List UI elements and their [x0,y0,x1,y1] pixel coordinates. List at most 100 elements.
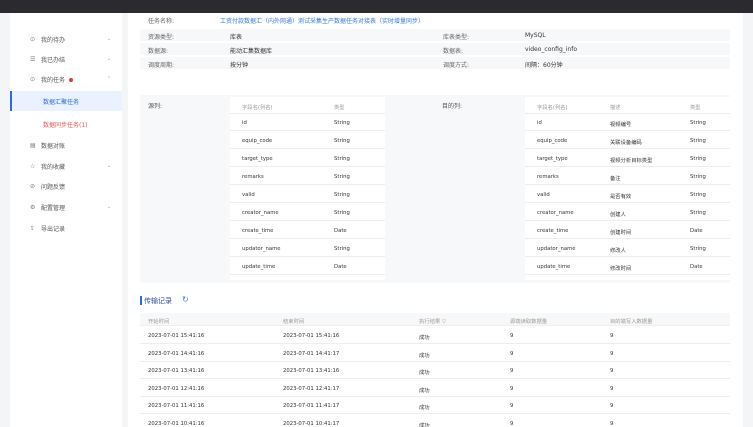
info-cell: 数据表: video_config_info [435,43,730,56]
table-cell: 2023-07-01 15:41:16 [148,333,205,339]
table-row[interactable]: 2023-07-01 12:41:16 2023-07-01 12:41:17 成功… [140,380,730,397]
table-cell: 9 [610,350,614,357]
table-row: create_time 创建时间 Date [525,222,730,239]
info-key: 数据源: [148,48,169,55]
table-cell: 修改人 [610,248,626,254]
table-row: target_type 视频分析目标类型 String [525,150,730,167]
task-name-link[interactable]: 工资付款数据汇（内外网通）测试采集生产数据任务对接表（实时增量同步） [220,16,424,25]
sidebar-item-label: 问题反馈 [41,183,66,191]
sidebar-item[interactable]: 数据汇聚任务 [10,91,122,111]
sidebar-item[interactable]: ☆ 我的收藏 ⌄ [10,156,122,176]
table-cell: valid [242,192,255,198]
table-cell: 成功 [419,335,430,341]
sidebar-item[interactable]: ⊘ 问题反馈 [10,176,122,196]
table-row[interactable]: 2023-07-01 10:41:16 2023-07-01 10:41:17 成功… [140,415,730,427]
main-panel: 任务名称: 工资付款数据汇（内外网通）测试采集生产数据任务对接表（实时增量同步）… [128,13,743,427]
table-row: creator_name 创建人 String [525,204,730,221]
sidebar-item[interactable]: ⇪ 导出记录 [10,218,122,238]
sidebar-item-label: 数据对账 [41,142,66,150]
table-cell: Date [334,264,347,270]
chevron-icon[interactable]: ⌄ [107,204,111,210]
source-columns-title: 源列: [148,103,163,110]
chevron-icon[interactable]: ⌄ [107,163,111,169]
table-header: 字段名(列名) 描述 类型 [525,97,730,114]
sidebar-item[interactable]: ⚙ 配置管理 ⌄ [10,197,122,217]
target-columns-title: 目的列: [442,103,463,110]
table-cell: 9 [510,385,514,392]
table-cell: 视频分析目标类型 [610,158,653,164]
table-cell: id [242,120,247,126]
table-row[interactable]: 2023-07-01 13:41:16 2023-07-01 13:41:16 成功… [140,362,730,379]
table-cell: 9 [510,350,514,357]
table-cell: update_time [242,264,276,270]
table-cell: 2023-07-01 13:41:16 [283,368,340,374]
info-key: 数据表: [443,48,464,55]
table-cell: equip_code [537,138,568,144]
info-value: MySQL [525,32,546,39]
table-row: equip_code 关联设备编码 String [525,132,730,149]
table-cell: 9 [610,420,614,427]
table-header: 字段名(列名) 类型 [230,97,385,114]
table-cell: 备注 [610,176,621,182]
table-cell: String [690,174,706,180]
table-cell: valid [537,192,550,198]
info-row: 数据源: 能动汇集数据库 数据表: video_config_info [140,43,730,56]
table-cell: String [690,246,706,252]
refresh-icon[interactable]: ↻ [182,295,189,304]
chevron-icon[interactable]: ⌃ [107,76,111,82]
table-cell: 2023-07-01 11:41:17 [283,403,340,409]
column-mapping: 源列: 目的列: 字段名(列名) 类型 id String equip_code Stri… [140,95,730,283]
column-header: 源端读取数据量 [510,319,548,325]
sidebar-item-icon: ⚙ [30,203,36,211]
table-cell: String [334,138,350,144]
sidebar-item-icon: ⊙ [30,35,36,43]
chevron-icon[interactable]: ⌄ [107,56,111,62]
table-row: remarks 备注 String [525,168,730,185]
chevron-icon[interactable]: ⌄ [107,36,111,42]
sidebar-item[interactable]: ▤ 数据对账 [10,135,122,155]
table-cell: equip_code [242,138,273,144]
info-key: 调度周期: [148,62,175,69]
column-header[interactable]: 执行结果 ▽ [419,317,446,325]
table-cell: String [334,174,350,180]
table-cell: String [690,192,706,198]
sidebar-item-label: 数据汇聚任务 [43,98,80,106]
table-row[interactable]: 2023-07-01 14:41:16 2023-07-01 14:41:17 成功… [140,345,730,362]
table-cell: 成功 [419,422,430,427]
table-row: creator_name String [230,204,385,221]
sidebar-item-icon: ▤ [30,141,36,149]
sidebar-item-label: 我的收藏 [41,163,66,171]
table-cell: 9 [610,385,614,392]
sidebar-item-label: 我的待办 [41,36,66,44]
info-value: 间隔：60分钟 [525,62,563,69]
sidebar-item-icon: ☰ [30,55,36,63]
sidebar-item[interactable]: ⊙ 我的待办 ⌄ [10,29,122,49]
table-cell: 9 [510,403,514,409]
table-cell: 成功 [419,370,430,376]
info-value: video_config_info [525,46,578,53]
table-cell: 成功 [419,387,430,394]
column-header: 描述 [610,105,621,111]
table-cell: String [690,138,706,144]
table-row: id String [230,114,385,131]
table-row[interactable]: 2023-07-01 11:41:16 2023-07-01 11:41:17 成功… [140,397,730,414]
sidebar-item-icon: ⊘ [30,182,36,190]
column-header: 结束时间 [283,319,305,325]
sidebar: ⊙ 我的待办 ⌄ ☰ 我已办结 ⌄ ⊙ 我的任务 ⌃ 数据汇聚任务 数据同步任务(1) ▤ 数据对账 ☆ 我… [10,13,122,427]
table-cell: String [690,156,706,162]
table-cell: create_time [537,228,569,234]
column-header: 类型 [690,105,701,111]
sidebar-item[interactable]: ⊙ 我的任务 ⌃ [10,69,122,89]
sidebar-item-icon: ☆ [30,162,36,170]
table-cell: String [334,246,350,252]
sidebar-item[interactable]: 数据同步任务(1) [10,114,122,134]
table-row: create_time Date [230,222,385,239]
table-cell: String [334,156,350,162]
table-row[interactable]: 2023-07-01 15:41:16 2023-07-01 15:41:16 成功… [140,327,730,344]
table-row: update_time 修改时间 Date [525,258,730,275]
table-cell: String [334,120,350,126]
source-columns-table: 字段名(列名) 类型 id String equip_code String target_… [230,97,385,280]
sidebar-item[interactable]: ☰ 我已办结 ⌄ [10,49,122,69]
table-cell: 9 [510,368,514,374]
table-cell: id [537,120,542,126]
